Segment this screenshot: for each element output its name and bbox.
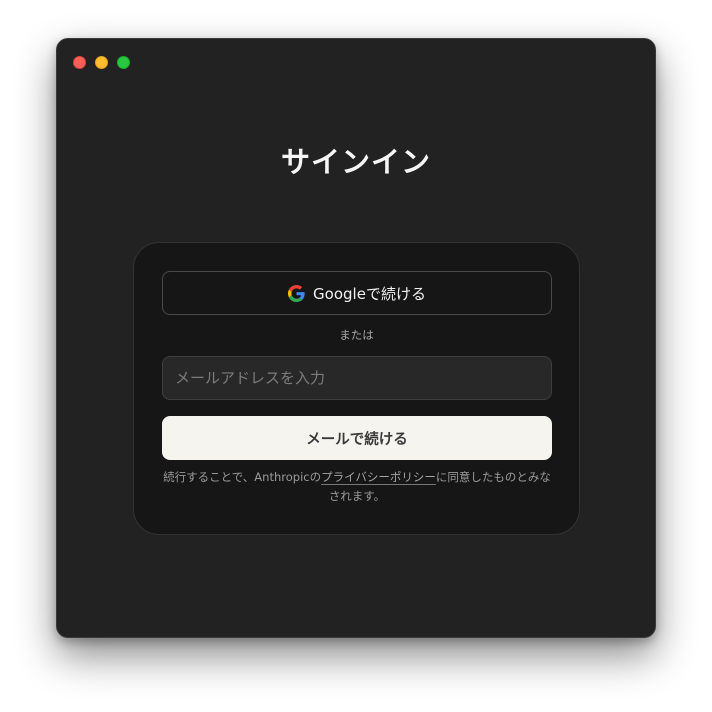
- window-close-button[interactable]: [73, 56, 86, 69]
- google-icon: [288, 284, 305, 302]
- privacy-policy-link[interactable]: プライバシーポリシー: [321, 470, 436, 484]
- window-controls: [73, 56, 130, 69]
- or-divider: または: [339, 328, 374, 342]
- legal-prefix: 続行することで、Anthropicの: [163, 470, 322, 484]
- google-signin-label: Googleで続ける: [313, 284, 426, 303]
- email-continue-button[interactable]: メールで続ける: [162, 416, 552, 460]
- app-window: サインイン Googleで続ける または メールで続ける 続行することで、Ant…: [56, 38, 656, 638]
- page-title: サインイン: [280, 145, 431, 179]
- legal-notice: 続行することで、Anthropicのプライバシーポリシーに同意したものとみなされ…: [162, 468, 552, 506]
- window-minimize-button[interactable]: [95, 56, 108, 69]
- email-continue-label: メールで続ける: [306, 431, 408, 448]
- window-zoom-button[interactable]: [117, 56, 130, 69]
- google-signin-button[interactable]: Googleで続ける: [162, 271, 552, 315]
- signin-card: Googleで続ける または メールで続ける 続行することで、Anthropic…: [133, 242, 580, 535]
- email-input[interactable]: [162, 356, 552, 400]
